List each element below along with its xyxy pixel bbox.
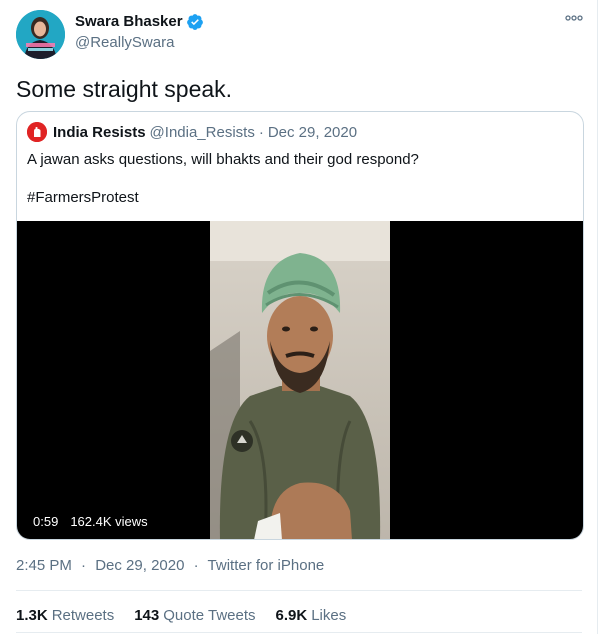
tweet-time[interactable]: 2:45 PM [16,557,72,574]
tweet-date[interactable]: Dec 29, 2020 [95,557,184,574]
quote-tweets-stat[interactable]: 143 Quote Tweets [134,606,255,626]
divider [16,590,582,591]
video-meta: 0:59 162.4K views [33,514,148,529]
video-views: 162.4K views [70,514,148,529]
likes-label: Likes [311,607,347,624]
tweet-text: Some straight speak. [16,76,233,102]
author-name-text[interactable]: Swara Bhasker [75,12,183,32]
likes-stat[interactable]: 6.9K Likes [276,606,347,626]
quoted-tweet-text: A jawan asks questions, will bhakts and … [27,151,419,168]
tweet-source[interactable]: Twitter for iPhone [208,557,325,574]
verified-badge-icon [186,13,204,31]
quote-tweets-count: 143 [134,607,160,624]
tweet-card: Swara Bhasker @ReallySwara Some straight… [0,0,598,634]
quoted-hashtag[interactable]: #FarmersProtest [27,188,139,208]
divider [16,632,582,633]
author-handle[interactable]: @ReallySwara [75,33,174,53]
quoted-author-handle[interactable]: @India_Resists [150,124,255,141]
tweet-stats: 1.3K Retweets 143 Quote Tweets 6.9K Likes [16,606,366,626]
more-options-icon[interactable] [564,12,584,28]
quoted-tweet[interactable]: India Resists @India_Resists · Dec 29, 2… [16,111,584,540]
quoted-author-name[interactable]: India Resists [53,124,146,141]
quoted-tweet-header: India Resists @India_Resists · Dec 29, 2… [27,122,357,142]
quoted-date[interactable]: Dec 29, 2020 [268,124,357,141]
video-thumbnail[interactable] [210,221,390,539]
quoted-separator: · [258,123,264,141]
meta-separator: · [81,557,87,574]
quote-tweets-label: Quote Tweets [163,607,256,624]
india-resists-logo-icon[interactable] [27,122,47,142]
retweets-label: Retweets [51,607,115,624]
retweets-stat[interactable]: 1.3K Retweets [16,606,114,626]
retweets-count: 1.3K [16,607,48,624]
tweet-meta: 2:45 PM · Dec 29, 2020 · Twitter for iPh… [16,556,324,576]
video-player[interactable]: 0:59 162.4K views [17,221,583,539]
author-name[interactable]: Swara Bhasker [75,12,204,32]
meta-separator: · [193,557,199,574]
likes-count: 6.9K [275,607,308,624]
avatar[interactable] [16,10,65,59]
video-duration: 0:59 [33,514,59,529]
